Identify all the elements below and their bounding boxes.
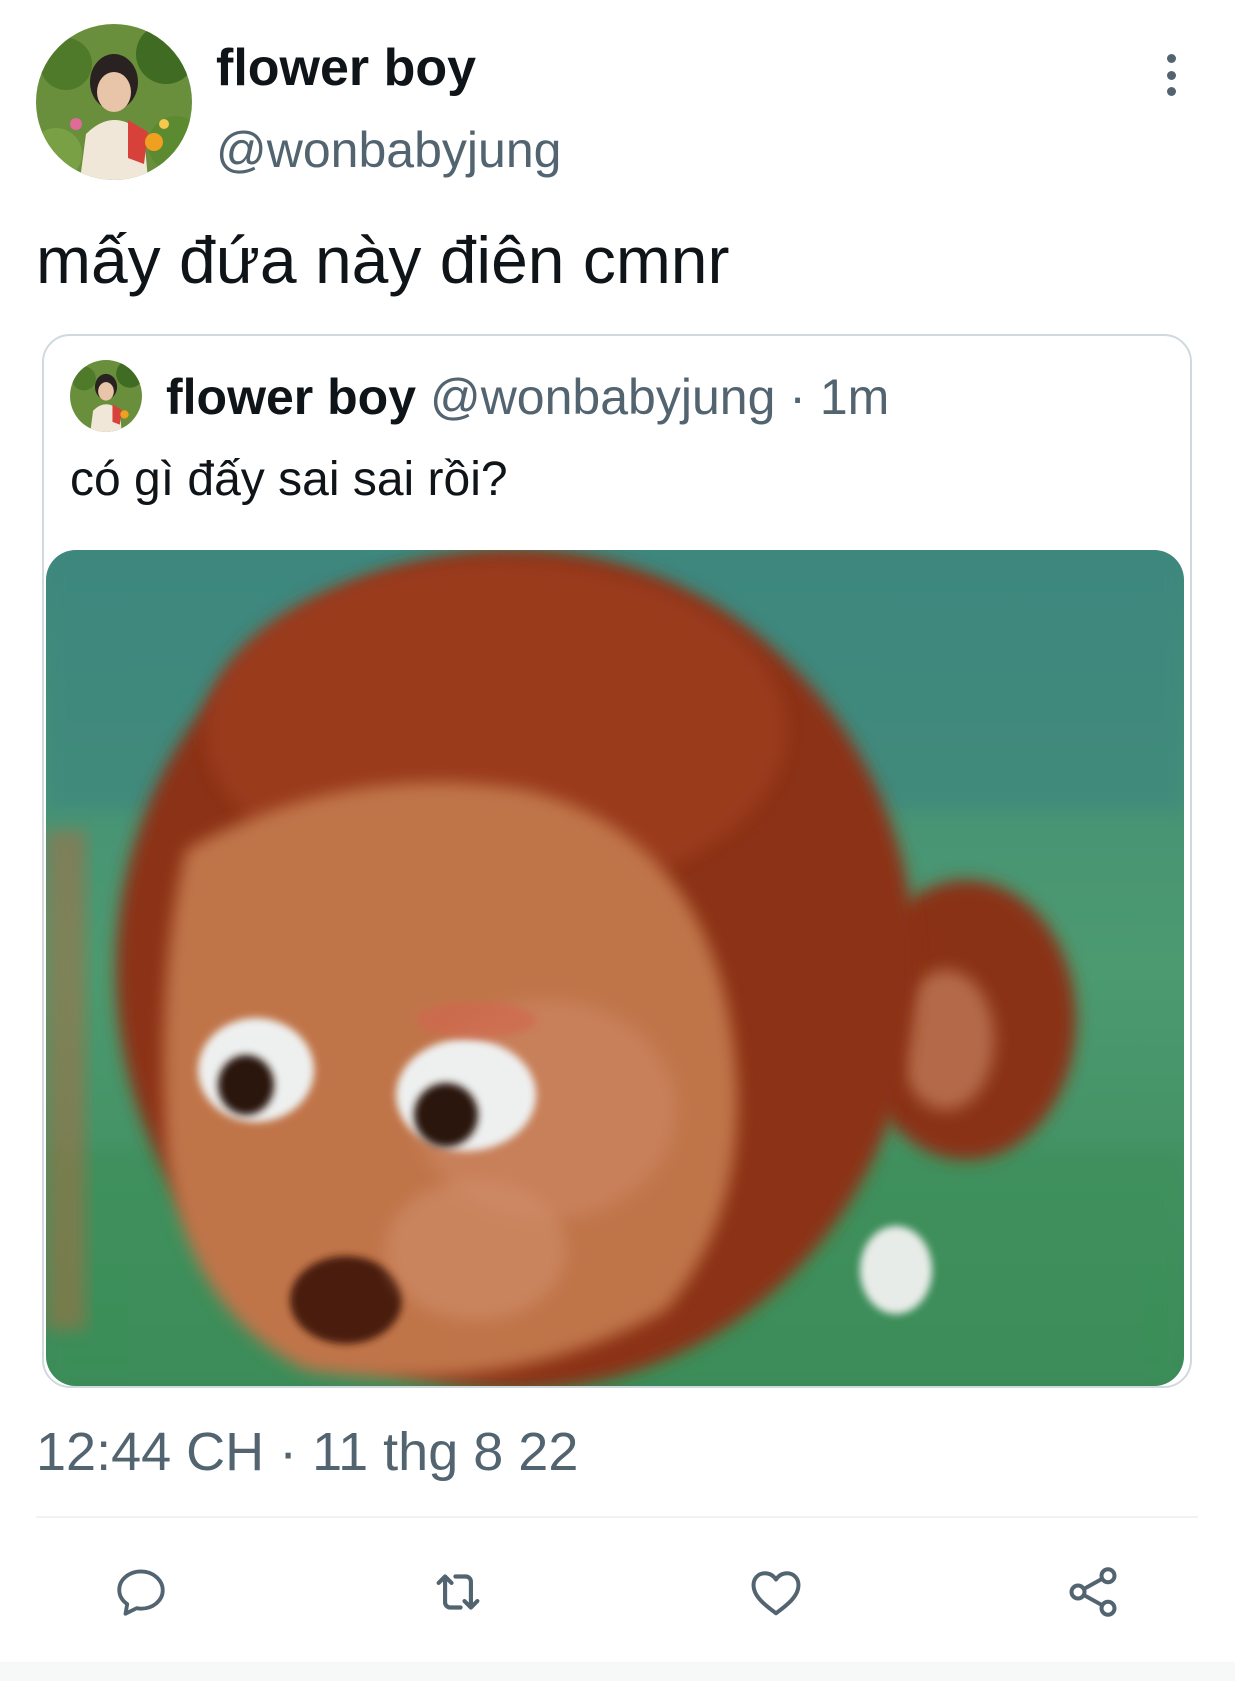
avatar-image [36, 24, 192, 180]
like-button[interactable] [736, 1552, 816, 1632]
share-button[interactable] [1053, 1552, 1133, 1632]
quoted-author-handle: @wonbabyjung [429, 369, 776, 425]
tweet-text: mấy đứa này điên cmnr [36, 223, 730, 297]
quoted-tweet-card[interactable]: flower boy @wonbabyjung · 1m có gì đấy s… [42, 334, 1192, 1388]
quoted-time: 1m [819, 369, 890, 425]
divider [36, 1516, 1198, 1518]
author-avatar[interactable] [36, 24, 192, 180]
quoted-avatar-image [70, 360, 142, 432]
tweet-timestamp[interactable]: 12:44 CH · 11 thg 8 22 [36, 1418, 578, 1486]
bottom-edge [0, 1662, 1235, 1681]
monkey-puppet-image [46, 550, 1184, 1386]
more-dot [1166, 87, 1176, 96]
author-name[interactable]: flower boy [216, 36, 476, 100]
more-options-button[interactable] [1148, 50, 1194, 100]
reply-button[interactable] [101, 1552, 181, 1632]
quoted-author-avatar [70, 360, 142, 432]
retweet-button[interactable] [418, 1552, 498, 1632]
action-bar [0, 1552, 1235, 1632]
quoted-separator: · [789, 369, 806, 425]
author-handle[interactable]: @wonbabyjung [216, 118, 561, 182]
quoted-media-image[interactable] [46, 550, 1184, 1386]
quoted-tweet-header: flower boy @wonbabyjung · 1m [166, 366, 889, 428]
reply-icon [117, 1569, 165, 1616]
heart-icon [751, 1571, 801, 1616]
quoted-tweet-text: có gì đấy sai sai rồi? [70, 453, 508, 506]
quoted-author-name: flower boy [166, 369, 417, 425]
more-vertical-icon [1166, 54, 1176, 63]
retweet-icon [436, 1574, 480, 1610]
share-icon [1069, 1567, 1117, 1617]
more-dot [1166, 70, 1176, 80]
